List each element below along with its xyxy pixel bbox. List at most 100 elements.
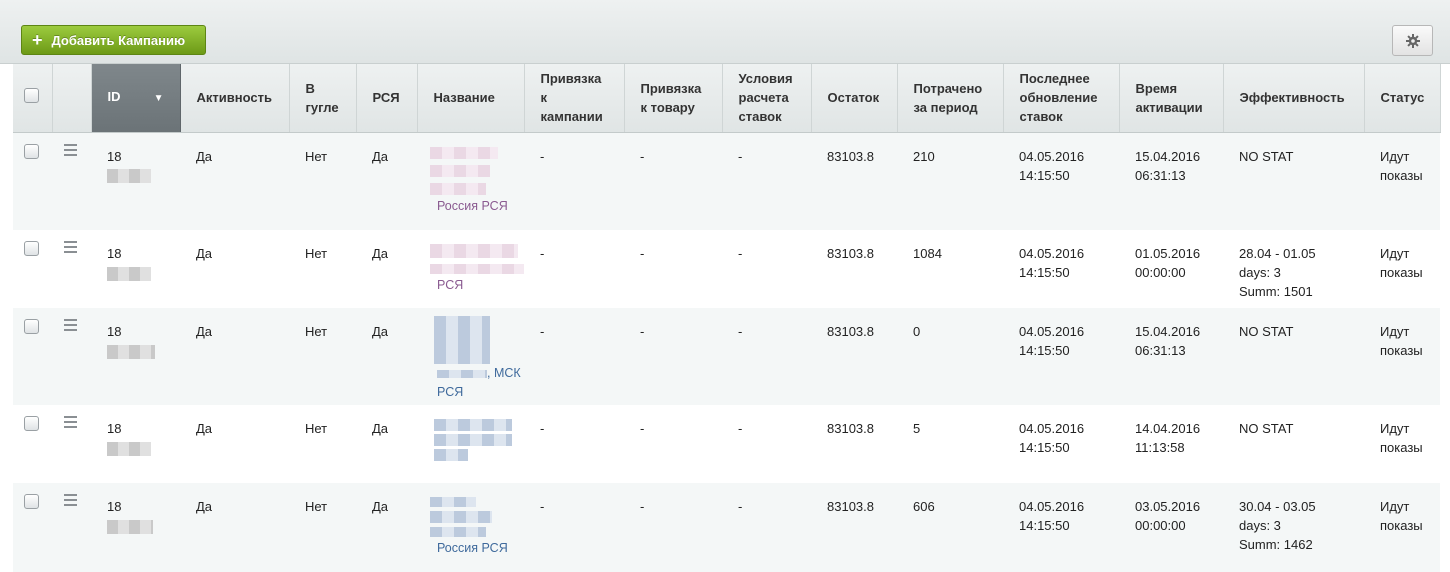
drag-handle-icon[interactable] (64, 416, 77, 431)
cell-efficiency: 28.04 - 01.05 days: 3 Summ: 1501 (1223, 230, 1364, 308)
last-update-date: 04.05.2016 (1019, 499, 1085, 514)
header-rsya[interactable]: РСЯ (356, 64, 418, 133)
cell-id: 18 (91, 405, 180, 483)
row-checkbox[interactable] (24, 319, 39, 334)
cell-link-product: - (624, 230, 722, 308)
cell-name[interactable] (417, 405, 524, 483)
activation-time: 11:13:58 (1135, 440, 1185, 455)
cell-spent: 1084 (897, 230, 1003, 308)
redacted-name (430, 244, 518, 258)
cell-activation-time: 03.05.2016 00:00:00 (1119, 483, 1223, 572)
cell-activation-time: 15.04.2016 06:31:13 (1119, 308, 1223, 405)
efficiency-line: 30.04 - 03.05 (1239, 499, 1316, 514)
cell-bid-conditions: - (722, 483, 811, 572)
header-activity[interactable]: Активность (180, 64, 290, 133)
header-link-product[interactable]: Привязка к товару (624, 64, 723, 133)
activation-time: 00:00:00 (1135, 265, 1186, 280)
drag-handle-icon[interactable] (64, 319, 77, 334)
header-spent[interactable]: Потрачено за период (897, 64, 1004, 133)
cell-last-update: 04.05.2016 14:15:50 (1003, 132, 1119, 230)
cell-link-product: - (624, 132, 722, 230)
activation-date: 03.05.2016 (1135, 499, 1201, 514)
header-id[interactable]: ID ▼ (91, 64, 181, 133)
header-last-update[interactable]: Последнее обновление ставок (1003, 64, 1120, 133)
id-text: 18 (107, 246, 122, 261)
header-activation-time[interactable]: Время активации (1119, 64, 1224, 133)
select-all-checkbox[interactable] (24, 87, 39, 103)
add-campaign-button[interactable]: + Добавить Кампанию (21, 25, 206, 55)
cell-balance: 83103.8 (811, 405, 897, 483)
row-select-cell (13, 132, 52, 230)
last-update-time: 14:15:50 (1019, 440, 1070, 455)
table-header-row: ID ▼ Активность В гугле РСЯ Название Прив… (13, 64, 1441, 133)
last-update-date: 04.05.2016 (1019, 324, 1085, 339)
cell-last-update: 04.05.2016 14:15:50 (1003, 483, 1119, 572)
name-region-text: РСЯ (437, 385, 464, 399)
efficiency-line: NO STAT (1239, 324, 1294, 339)
cell-rsya: Да (356, 132, 417, 230)
campaigns-table: ID ▼ Активность В гугле РСЯ Название Прив… (13, 64, 1441, 572)
redacted-name (434, 316, 490, 364)
header-status[interactable]: Статус (1364, 64, 1441, 133)
cell-status: Идут показы (1364, 483, 1440, 572)
cell-activity: Да (180, 308, 289, 405)
last-update-date: 04.05.2016 (1019, 246, 1085, 261)
last-update-time: 14:15:50 (1019, 167, 1070, 183)
cell-activation-time: 15.04.2016 06:31:13 (1119, 132, 1223, 230)
row-checkbox[interactable] (24, 143, 39, 159)
row-select-cell (13, 483, 52, 572)
cell-activity: Да (180, 132, 289, 230)
header-bid-conditions[interactable]: Условия расчета ставок (722, 64, 812, 133)
status-line: показы (1380, 343, 1423, 358)
cell-last-update: 04.05.2016 14:15:50 (1003, 308, 1119, 405)
cell-name[interactable]: РСЯ (417, 230, 526, 308)
header-id-label: ID (107, 89, 121, 105)
status-line: показы (1380, 518, 1423, 533)
cell-in-google: Нет (289, 230, 356, 308)
table-row[interactable]: 18 Да Нет Да - - - 83103.8 5 04.05.2016 1… (13, 405, 1440, 483)
efficiency-line: days: 3 (1239, 265, 1281, 280)
cell-activation-time: 01.05.2016 00:00:00 (1119, 230, 1223, 308)
table-row[interactable]: 18 Да Нет Да РСЯ - - - 83103.8 1084 04.0… (13, 230, 1440, 308)
status-line: Идут (1380, 246, 1410, 261)
cell-link-campaign: - (524, 230, 624, 308)
redacted-name (430, 146, 498, 159)
redacted-name (430, 497, 476, 507)
header-balance[interactable]: Остаток (811, 64, 898, 133)
settings-button[interactable] (1392, 25, 1433, 56)
redacted-id (107, 169, 151, 184)
drag-handle-icon[interactable] (64, 241, 77, 256)
row-checkbox[interactable] (24, 494, 39, 509)
table-row[interactable]: 18 Да Нет Да Россия РСЯ - - - 83103.8 60… (13, 483, 1440, 572)
redacted-name (430, 164, 490, 177)
cell-in-google: Нет (289, 483, 356, 572)
header-in-google[interactable]: В гугле (289, 64, 357, 133)
activation-time: 00:00:00 (1135, 518, 1186, 533)
cell-link-product: - (624, 308, 722, 405)
header-name[interactable]: Название (417, 64, 525, 133)
cell-efficiency: 30.04 - 03.05 days: 3 Summ: 1462 (1223, 483, 1364, 572)
redacted-name (434, 419, 512, 431)
id-text: 18 (107, 421, 122, 436)
status-line: Идут (1380, 499, 1410, 514)
cell-name[interactable]: Россия РСЯ (417, 483, 524, 572)
cell-name[interactable]: , МСК РСЯ (417, 308, 524, 405)
cell-status: Идут показы (1364, 230, 1440, 308)
drag-handle-icon[interactable] (64, 143, 77, 159)
name-region-text: Россия РСЯ (437, 541, 508, 555)
table-row[interactable]: 18 Да Нет Да , МСК РСЯ - - - 83103.8 0 0… (13, 308, 1440, 405)
drag-handle-icon[interactable] (64, 494, 77, 509)
cell-spent: 606 (897, 483, 1003, 572)
row-checkbox[interactable] (24, 416, 39, 431)
status-line: Идут (1380, 324, 1410, 339)
row-checkbox[interactable] (24, 241, 39, 256)
header-link-campaign[interactable]: Привязка к кампании (524, 64, 625, 133)
cell-name[interactable]: Россия РСЯ (417, 132, 524, 230)
table-row[interactable]: 18 Да Нет Да Россия РСЯ - - - 83103.8 21… (13, 132, 1440, 230)
row-drag-cell (52, 132, 91, 230)
redacted-name (430, 264, 526, 274)
toolbar: + Добавить Кампанию (0, 0, 1450, 64)
header-efficiency[interactable]: Эффективность (1223, 64, 1365, 133)
sort-desc-icon: ▼ (153, 93, 164, 105)
redacted-name (430, 511, 492, 523)
